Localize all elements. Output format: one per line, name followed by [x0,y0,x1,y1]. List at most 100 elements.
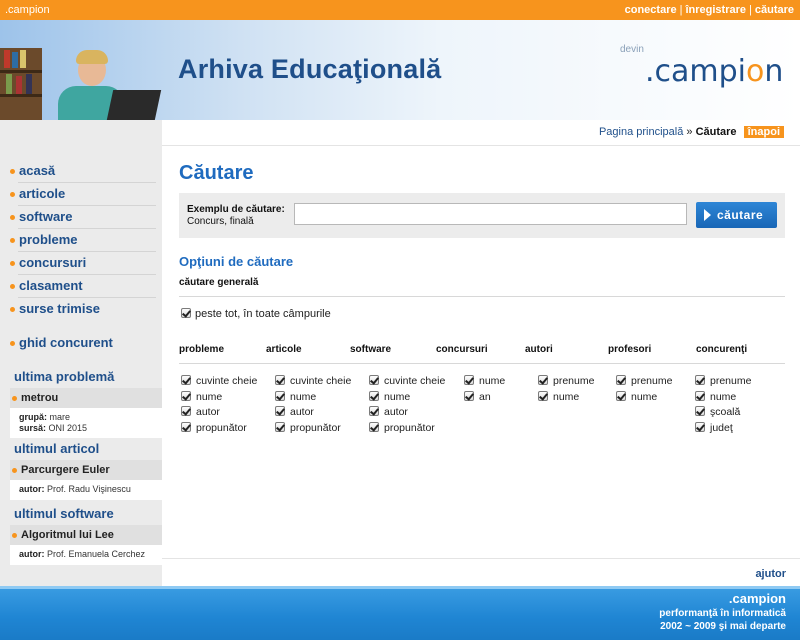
site-title: Arhiva Educaţională [178,54,442,84]
separator: | [679,4,683,16]
sidebar-item-articole[interactable]: articole [0,183,162,206]
option-checkbox[interactable] [369,375,379,385]
sidebar-item-probleme[interactable]: probleme [0,229,162,252]
top-links: conectare | înregistrare | căutare [625,4,794,16]
separator: | [749,4,752,16]
last-software-details: autor: Prof. Emanuela Cerchez [10,545,162,565]
col-head-articole: articole [266,344,302,355]
option-row: autor [275,406,351,422]
last-article-title: ultimul articol [14,441,100,456]
option-row: nume [616,390,672,407]
sidebar-item-clasament[interactable]: clasament [0,275,162,298]
footer-years: 2002 ~ 2009 şi mai departe [660,621,786,632]
bullet-icon [10,341,15,346]
option-row: şcoală [695,406,751,422]
sidebar-item-label: concursuri [19,255,87,270]
last-article-link[interactable]: Parcurgere Euler [10,460,162,480]
register-link[interactable]: înregistrare [685,4,746,16]
sidebar-item-label: software [19,209,73,224]
option-row: nume [464,375,505,391]
bullet-icon [10,215,15,220]
bullet-icon [12,533,17,538]
option-checkbox[interactable] [181,375,191,385]
arrow-right-icon [704,209,711,221]
search-options-title: Opţiuni de căutare [179,254,294,269]
search-example-label: Exemplu de căutare: [187,204,285,215]
last-problem-link[interactable]: metrou [10,388,162,408]
option-checkbox[interactable] [369,421,379,432]
option-checkbox[interactable] [275,406,285,416]
option-checkbox[interactable] [538,390,548,401]
option-row: propunător [181,421,257,438]
option-checkbox[interactable] [369,390,379,401]
laptop-image [106,90,162,120]
sidebar-item-ghid-concurent[interactable]: ghid concurent [0,332,162,355]
option-row: autor [181,406,257,422]
option-checkbox[interactable] [616,375,626,385]
everywhere-checkbox[interactable] [181,308,191,318]
boy-hair [76,50,108,64]
option-checkbox[interactable] [275,390,285,401]
general-search-title: căutare generală [179,277,259,288]
bullet-icon [12,396,17,401]
option-checkbox[interactable] [695,390,705,401]
bullet-icon [10,238,15,243]
search-button[interactable]: căutare [696,202,777,228]
option-checkbox[interactable] [275,375,285,385]
sidebar-item-label: surse trimise [19,301,100,316]
option-row: cuvinte cheie [275,375,351,391]
options-concurenti: prenume nume şcoală judeţ [695,375,751,437]
help-link[interactable]: ajutor [755,568,786,580]
option-checkbox[interactable] [181,421,191,432]
page-title: Căutare [179,162,254,184]
footer-tagline: performanţă în informatică [659,608,786,619]
option-checkbox[interactable] [464,375,474,385]
breadcrumb-bar: Pagina principală » Căutare înapoi [162,120,800,146]
option-checkbox[interactable] [181,406,191,416]
sidebar: acasă articole software probleme concurs… [0,120,162,586]
last-problem-title: ultima problemă [14,369,115,384]
option-checkbox[interactable] [369,406,379,416]
option-checkbox[interactable] [275,421,285,432]
col-head-profesori: profesori [608,344,652,355]
search-input[interactable] [294,203,687,225]
option-checkbox[interactable] [695,421,705,432]
option-row: prenume [616,375,672,391]
option-row: nume [275,390,351,407]
options-autori: prenume nume [538,375,594,406]
option-row: nume [538,390,594,407]
option-row: cuvinte cheie [369,375,445,391]
campion-logo[interactable]: .campion [645,54,783,89]
sidebar-item-acasa[interactable]: acasă [0,160,162,183]
bullet-icon [10,169,15,174]
breadcrumb-home-link[interactable]: Pagina principală [599,126,683,138]
option-row: autor [369,406,445,422]
last-software-link[interactable]: Algoritmul lui Lee [10,525,162,545]
option-checkbox[interactable] [695,375,705,385]
col-head-autori: autori [525,344,553,355]
option-row: prenume [695,375,751,391]
help-bar: ajutor [162,558,800,586]
search-link[interactable]: căutare [755,4,794,16]
option-checkbox[interactable] [695,406,705,416]
option-checkbox[interactable] [181,390,191,401]
sidebar-item-concursuri[interactable]: concursuri [0,252,162,275]
option-checkbox[interactable] [538,375,548,385]
sidebar-item-label: articole [19,186,66,201]
bullet-icon [10,307,15,312]
sidebar-item-label: acasă [19,163,56,178]
option-checkbox[interactable] [616,390,626,401]
breadcrumb: Pagina principală » Căutare înapoi [599,126,784,138]
login-link[interactable]: conectare [625,4,677,16]
sidebar-item-surse-trimise[interactable]: surse trimise [0,298,162,321]
breadcrumb-current: Căutare [695,126,737,138]
sidebar-item-label: probleme [19,232,78,247]
option-checkbox[interactable] [464,390,474,401]
back-button[interactable]: înapoi [743,126,784,138]
option-row: nume [369,390,445,407]
divider [179,363,785,364]
last-software-title: ultimul software [14,506,114,521]
sidebar-item-software[interactable]: software [0,206,162,229]
options-probleme: cuvinte cheie nume autor propunător [181,375,257,437]
top-brand: .campion [5,4,50,16]
